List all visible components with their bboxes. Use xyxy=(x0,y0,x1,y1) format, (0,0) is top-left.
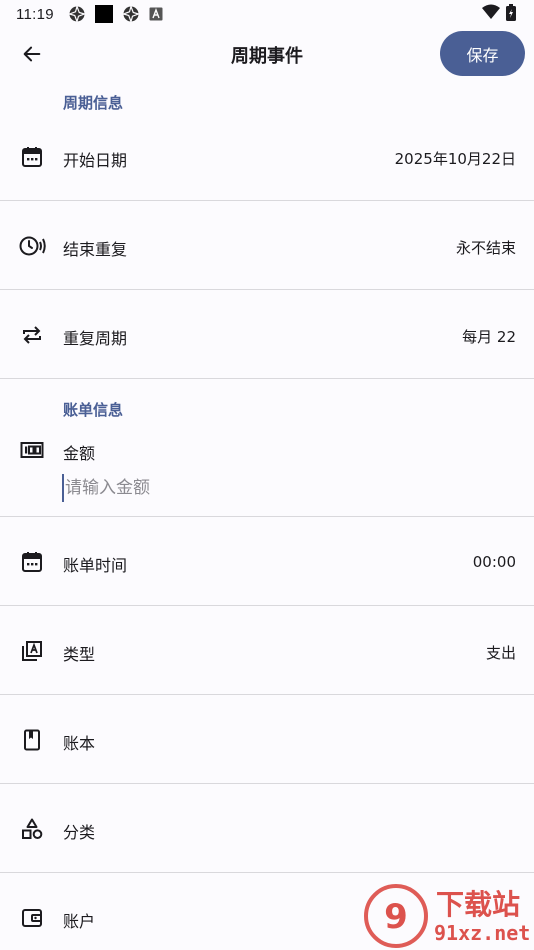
counter-icon xyxy=(19,437,45,463)
row-start-date[interactable]: 开始日期 2025年10月22日 xyxy=(0,112,534,201)
aperture-icon xyxy=(122,5,140,23)
row-label: 账本 xyxy=(63,734,96,753)
row-label: 类型 xyxy=(63,645,96,664)
row-value: 永不结束 xyxy=(455,239,516,257)
row-label: 账户 xyxy=(63,912,96,931)
aperture-icon xyxy=(68,5,86,23)
row-bill-time[interactable]: 账单时间 00:00 xyxy=(0,517,534,606)
row-category[interactable]: 分类 xyxy=(0,784,534,873)
svg-text:9: 9 xyxy=(384,897,408,937)
calendar-icon xyxy=(19,144,45,170)
status-bar: 11:19 xyxy=(0,0,534,28)
amount-input[interactable] xyxy=(62,474,502,502)
row-repeat-period[interactable]: 重复周期 每月 22 xyxy=(0,290,534,379)
watermark-brand: 下载站 xyxy=(436,888,520,921)
row-ledger[interactable]: 账本 xyxy=(0,695,534,784)
section-label-cycle-info: 周期信息 xyxy=(63,94,124,112)
wallet-icon xyxy=(19,905,45,931)
a-icon xyxy=(149,7,163,21)
shapes-icon xyxy=(19,816,45,842)
black-square-icon xyxy=(94,5,113,23)
row-label: 结束重复 xyxy=(63,240,128,259)
calendar-icon xyxy=(19,549,45,575)
row-value: 每月 22 xyxy=(462,328,516,346)
row-value: 支出 xyxy=(485,644,516,662)
repeat-icon xyxy=(19,322,45,348)
clock-signal-icon xyxy=(18,233,46,259)
type-library-icon xyxy=(19,638,45,664)
amount-label: 金额 xyxy=(63,444,96,463)
row-type[interactable]: 类型 支出 xyxy=(0,606,534,695)
wifi-icon xyxy=(482,4,500,24)
book-icon xyxy=(19,727,45,753)
watermark-domain: 91xz.net xyxy=(434,921,530,945)
row-label: 重复周期 xyxy=(63,329,128,348)
row-value: 2025年10月22日 xyxy=(394,150,516,168)
row-value: 00:00 xyxy=(472,553,516,571)
watermark-logo: 9 下载站 91xz.net xyxy=(360,880,534,950)
row-label: 账单时间 xyxy=(63,556,128,575)
row-label: 开始日期 xyxy=(63,151,128,170)
row-label: 分类 xyxy=(63,823,96,842)
row-end-repeat[interactable]: 结束重复 永不结束 xyxy=(0,201,534,290)
top-app-bar: 周期事件 保存 xyxy=(0,28,534,80)
save-button[interactable]: 保存 xyxy=(440,31,525,76)
status-time: 11:19 xyxy=(16,5,54,23)
battery-icon xyxy=(506,3,516,25)
